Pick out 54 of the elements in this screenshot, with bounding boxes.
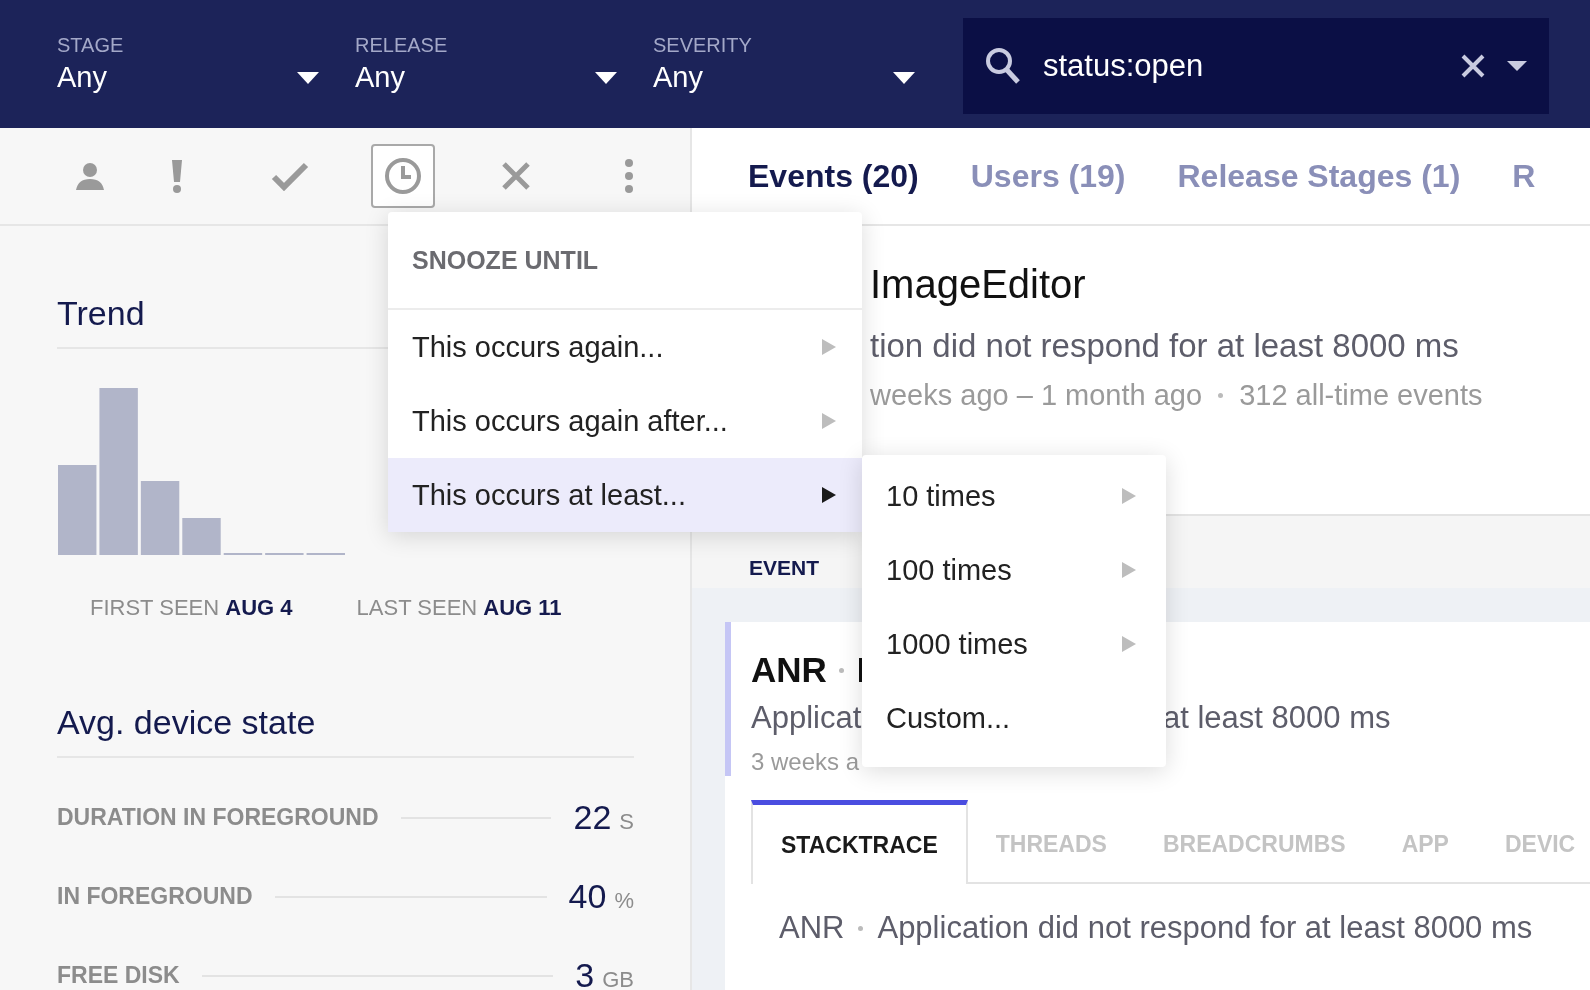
- stat-value: 40 %: [568, 877, 634, 916]
- exception-class: ANR: [779, 910, 845, 946]
- section-tab[interactable]: EVENT: [749, 556, 819, 588]
- error-title: ImageEditor: [870, 262, 1087, 307]
- filter-value[interactable]: Any: [57, 61, 107, 94]
- tab[interactable]: STACKTRACE: [751, 800, 968, 884]
- menu-item[interactable]: This occurs again after...: [388, 384, 862, 458]
- arrow-right-icon: [1122, 636, 1136, 652]
- seen-range: weeks ago – 1 month ago: [870, 379, 1203, 412]
- menu-title: SNOOZE UNTIL: [388, 212, 862, 310]
- clear-icon[interactable]: [1461, 54, 1485, 78]
- separator-dot: [858, 925, 864, 931]
- check-icon: [270, 161, 309, 191]
- arrow-right-icon: [822, 413, 836, 429]
- close-icon: [500, 161, 531, 191]
- menu-item[interactable]: 10 times: [862, 459, 1166, 533]
- filter-label: SEVERITY: [653, 34, 753, 57]
- tab[interactable]: Events (20): [748, 157, 919, 195]
- caret-icon[interactable]: [297, 71, 319, 84]
- filter-label: RELEASE: [355, 34, 449, 57]
- exclamation-icon: [169, 158, 184, 194]
- menu-item[interactable]: This occurs at least...: [388, 458, 862, 532]
- menu-item[interactable]: 100 times: [862, 533, 1166, 607]
- filter-label: STAGE: [57, 34, 125, 57]
- separator-dot: [838, 667, 844, 673]
- stat-value: 22 S: [573, 798, 634, 837]
- filter-value[interactable]: Any: [355, 61, 405, 94]
- event-message: Applicat: [751, 700, 862, 735]
- caret-icon[interactable]: [595, 71, 617, 84]
- arrow-right-icon: [1122, 562, 1136, 578]
- separator-dot: [1218, 393, 1224, 398]
- clock-icon: [382, 156, 423, 196]
- event-time: 3 weeks a: [751, 748, 860, 776]
- error-message: tion did not respond for at least 8000 ms: [870, 327, 1460, 365]
- more-icon: [623, 158, 634, 194]
- exception-message: Application did not respond for at least 8000 ms: [877, 910, 1533, 946]
- last-seen: LAST SEEN AUG 11: [356, 595, 562, 621]
- search-field[interactable]: status:open: [963, 18, 1549, 114]
- filter-value[interactable]: Any: [653, 61, 703, 94]
- event-count: 312 all-time events: [1239, 379, 1483, 412]
- section-heading: Avg. device state: [57, 703, 634, 758]
- first-seen: FIRST SEEN AUG 4: [90, 595, 293, 621]
- stat-label: FREE DISK: [57, 962, 180, 989]
- search-icon: [985, 47, 1021, 85]
- stat-label: DURATION IN FOREGROUND: [57, 804, 379, 831]
- toolbar-button[interactable]: [370, 144, 435, 208]
- arrow-right-icon: [822, 339, 836, 355]
- arrow-right-icon: [822, 487, 836, 503]
- caret-icon[interactable]: [893, 71, 915, 84]
- caret-icon[interactable]: [1507, 61, 1527, 71]
- stat-value: 3 GB: [575, 956, 634, 990]
- arrow-right-icon: [1122, 488, 1136, 504]
- event-class: ANR: [751, 650, 827, 690]
- stat-label: IN FOREGROUND: [57, 883, 253, 910]
